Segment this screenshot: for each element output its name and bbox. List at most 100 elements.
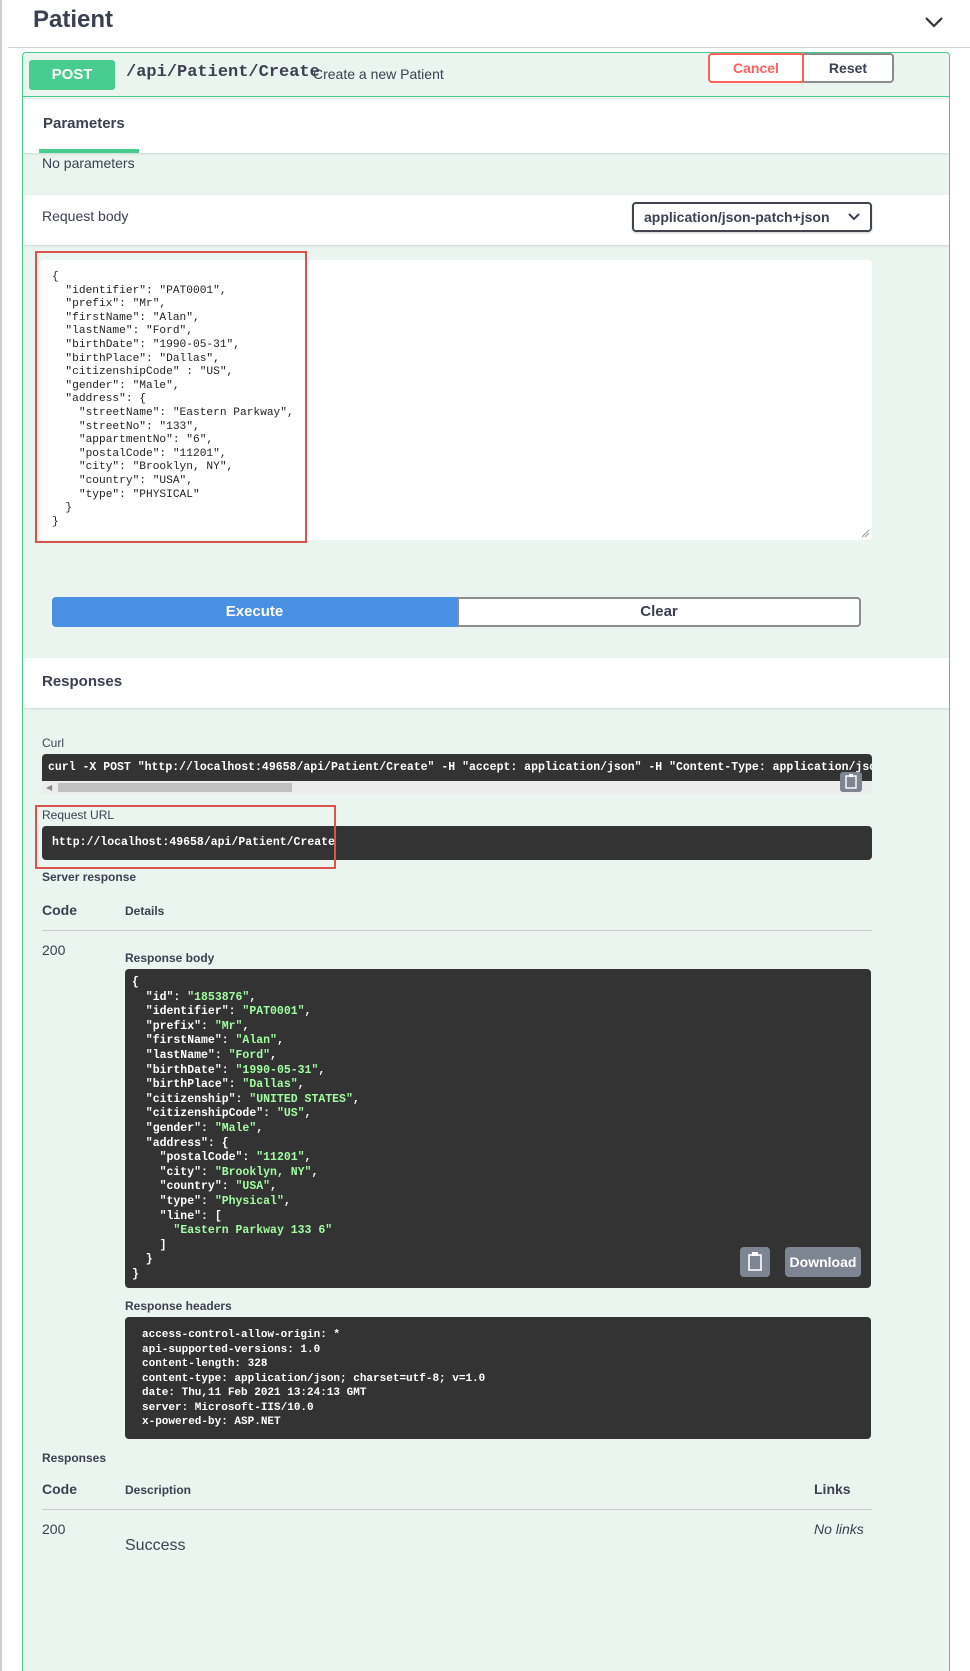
responses-links-header: Links — [814, 1481, 851, 1497]
server-response-details-header: Details — [125, 904, 165, 918]
copy-to-clipboard-icon[interactable] — [840, 772, 862, 792]
response-body-line: "country": "USA", — [132, 1180, 360, 1195]
response-body-line: "birthDate": "1990-05-31", — [132, 1064, 360, 1079]
response-body-line: } — [132, 1253, 360, 1268]
responses-table-label: Responses — [42, 1451, 107, 1465]
response-body-key: } — [132, 1267, 139, 1281]
tag-title: Patient — [33, 6, 114, 33]
response-body-string: "Alan" — [235, 1034, 277, 1048]
response-body-line: "citizenshipCode": "US", — [132, 1107, 360, 1122]
response-body-punct: , — [242, 1019, 250, 1033]
response-body-json[interactable]: { "id": "1853876", "identifier": "PAT000… — [132, 976, 360, 1282]
cancel-button[interactable]: Cancel — [708, 53, 804, 83]
reset-button[interactable]: Reset — [804, 53, 894, 83]
response-body-key: "address": { — [132, 1136, 229, 1150]
response-body-line: "lastName": "Ford", — [132, 1049, 360, 1064]
response-body-line: "citizenship": "UNITED STATES", — [132, 1093, 360, 1108]
responses-header-divider — [42, 1509, 872, 1510]
response-body-punct: , — [318, 1063, 326, 1077]
response-body-punct: , — [256, 1121, 264, 1135]
execute-button[interactable]: Execute — [52, 597, 457, 627]
response-body-key: { — [132, 976, 139, 989]
response-body-string: "Male" — [214, 1121, 257, 1135]
response-body-line: "identifier": "PAT0001", — [132, 1005, 360, 1020]
response-body-string: "11201" — [256, 1151, 305, 1165]
response-body-key: "gender": — [132, 1121, 215, 1135]
no-parameters-text: No parameters — [42, 155, 135, 171]
content-type-select[interactable]: application/json-patch+json — [632, 202, 872, 232]
clear-button[interactable]: Clear — [457, 597, 861, 627]
response-body-punct: , — [304, 1107, 312, 1121]
response-body-line: "gender": "Male", — [132, 1122, 360, 1137]
response-body-string: "1853876" — [187, 990, 250, 1004]
response-body-line: "id": "1853876", — [132, 991, 360, 1006]
curl-command[interactable]: curl -X POST "http://localhost:49658/api… — [42, 754, 872, 781]
scroll-left-arrow-icon[interactable]: ◀ — [46, 783, 52, 792]
chevron-down-icon — [848, 213, 860, 221]
server-response-header-divider — [42, 930, 872, 931]
response-body-punct: , — [311, 1165, 319, 1179]
response-body-line: "prefix": "Mr", — [132, 1020, 360, 1035]
responses-section-title: Responses — [42, 673, 123, 690]
response-body-string: "USA" — [235, 1180, 271, 1194]
operation-path: /api/Patient/Create — [126, 63, 320, 82]
response-body-string: "PAT0001" — [242, 1005, 305, 1019]
response-body-punct: , — [249, 990, 257, 1004]
responses-description-header: Description — [125, 1483, 192, 1497]
response-body-key: "line": [ — [132, 1209, 222, 1223]
responses-code-header: Code — [42, 1481, 77, 1497]
response-body-punct: , — [304, 1151, 312, 1165]
tab-parameters[interactable]: Parameters — [43, 115, 125, 132]
response-body-punct: , — [283, 1194, 291, 1208]
response-body-punct: , — [270, 1048, 277, 1062]
response-body-key: "lastName": — [132, 1048, 229, 1062]
response-body-key: "type": — [132, 1194, 215, 1208]
response-body-string: "Mr" — [214, 1019, 243, 1033]
download-button[interactable]: Download — [785, 1247, 861, 1277]
server-response-code: 200 — [42, 942, 66, 958]
page-left-border — [0, 0, 2, 1671]
response-body-string: "Physical" — [214, 1194, 284, 1208]
response-body-string: "1990-05-31" — [235, 1063, 319, 1077]
highlight-box-request-url — [35, 805, 336, 869]
method-badge: POST — [29, 60, 115, 90]
scrollbar-thumb[interactable] — [58, 783, 292, 792]
response-body-line: "address": { — [132, 1137, 360, 1152]
parameters-header: Parameters — [23, 99, 949, 153]
chevron-down-icon[interactable] — [920, 8, 948, 36]
resize-handle-icon[interactable] — [860, 528, 870, 538]
response-body-line: ] — [132, 1239, 360, 1254]
curl-label: Curl — [42, 736, 65, 750]
response-body-string: "Ford" — [228, 1048, 271, 1062]
copy-to-clipboard-icon[interactable] — [740, 1247, 770, 1277]
response-headers-text[interactable]: access-control-allow-origin: * api-suppo… — [142, 1328, 485, 1430]
response-body-key: "citizenshipCode": — [132, 1107, 277, 1121]
content-type-value: application/json-patch+json — [644, 209, 830, 225]
operation-description: Create a new Patient — [313, 66, 444, 82]
highlight-box-request-body — [35, 251, 307, 543]
response-body-line: "birthPlace": "Dallas", — [132, 1078, 360, 1093]
response-body-key: "prefix": — [132, 1019, 215, 1033]
server-response-code-header: Code — [42, 902, 77, 918]
response-body-line: "firstName": "Alan", — [132, 1034, 360, 1049]
response-body-string: "Dallas" — [242, 1078, 298, 1092]
tab-active-underline — [39, 149, 139, 153]
server-response-label: Server response — [42, 870, 137, 884]
response-body-key: } — [132, 1253, 153, 1267]
response-body-key — [132, 1224, 173, 1237]
response-body-key: "birthPlace": — [132, 1078, 243, 1092]
response-body-key: "citizenship": — [132, 1092, 250, 1106]
response-body-line: "line": [ — [132, 1210, 360, 1225]
response-body-string: "Brooklyn, NY" — [214, 1165, 312, 1179]
responses-code-value: 200 — [42, 1521, 66, 1537]
response-body-punct: , — [276, 1034, 284, 1048]
response-headers-label: Response headers — [125, 1299, 232, 1313]
response-body-punct: , — [270, 1180, 277, 1194]
tag-header[interactable]: Patient — [8, 0, 970, 48]
response-body-line: "Eastern Parkway 133 6" — [132, 1224, 360, 1239]
response-body-key: "birthDate": — [132, 1063, 236, 1077]
response-body-line: } — [132, 1268, 360, 1283]
response-body-key: "identifier": — [132, 1005, 243, 1019]
curl-horizontal-scrollbar[interactable]: ◀ — [42, 781, 872, 794]
response-body-line: "city": "Brooklyn, NY", — [132, 1166, 360, 1181]
